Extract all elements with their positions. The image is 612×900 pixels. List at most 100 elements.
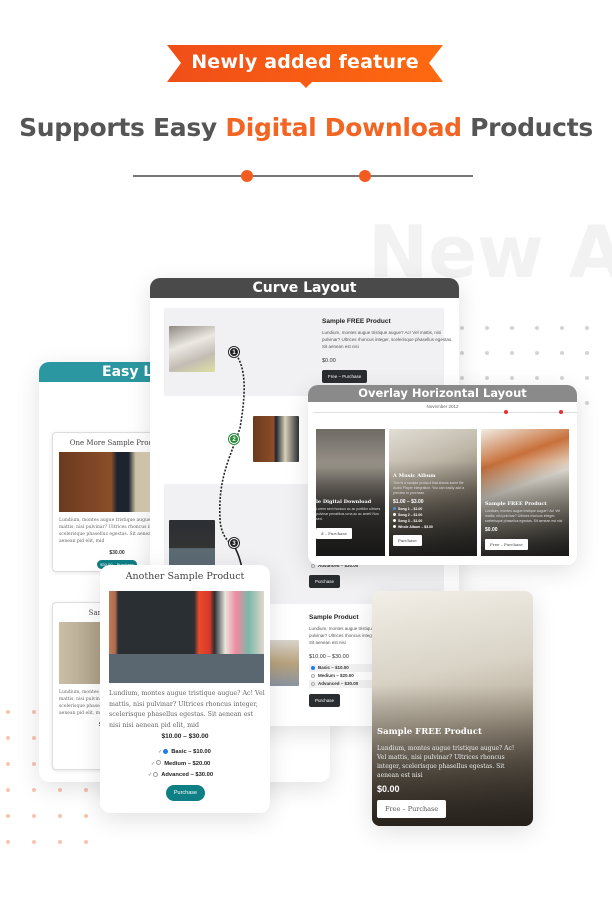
radio-icon[interactable] <box>153 771 159 777</box>
panel-content: Sample FREE Product Lundium, montes augu… <box>485 501 565 551</box>
grid-dot <box>460 326 464 330</box>
grid-dot <box>485 326 489 330</box>
grid-dot <box>460 351 464 355</box>
ribbon-label: Newly added feature <box>191 51 419 73</box>
free-product-overlay-card: Sample FREE Product Lundium, montes augu… <box>372 591 533 826</box>
option-label: Song 1 – $1.00 <box>398 507 423 511</box>
product-title: A Music Album <box>393 473 436 479</box>
timeline-line <box>313 412 577 413</box>
grid-dot <box>535 351 539 355</box>
price-option[interactable]: Song 3 – $1.00 <box>393 519 473 523</box>
purchase-button[interactable]: Purchase <box>166 785 205 801</box>
step-marker: 3 <box>229 538 239 548</box>
overlay-horizontal-header: Overlay Horizontal Layout <box>308 385 577 402</box>
free-purchase-button[interactable]: Free – Purchase <box>377 800 447 818</box>
grid-dot <box>58 814 62 818</box>
grid-dot <box>535 376 539 380</box>
price-options: ✓ Basic – $10.00 ✓ Medium – $20.00 ✓ Advanc… <box>148 747 213 782</box>
panel-content: A Music Album This is a sample product t… <box>393 473 473 547</box>
feature-ribbon: Newly added feature <box>167 45 443 88</box>
product-title: Sample FREE Product <box>485 501 547 507</box>
radio-icon[interactable] <box>393 513 396 516</box>
decorative-divider <box>133 169 473 183</box>
grid-dot <box>6 710 10 714</box>
radio-icon[interactable] <box>393 525 396 528</box>
product-price: $10.00 – $30.00 <box>161 733 209 740</box>
price-option[interactable]: Whole Album – $3.00 <box>393 525 473 529</box>
grid-dot <box>32 710 36 714</box>
radio-icon[interactable] <box>156 760 162 766</box>
divider-line <box>371 175 473 177</box>
timeline-label: November 2012 <box>426 404 459 409</box>
divider-dot <box>359 170 371 182</box>
grid-dot <box>6 762 10 766</box>
radio-selected-icon[interactable] <box>163 748 169 754</box>
headline-suffix: Products <box>461 113 593 142</box>
image-cabinet <box>109 653 264 683</box>
grid-dot <box>6 840 10 844</box>
check-icon: ✓ <box>158 749 163 755</box>
grid-dot <box>510 376 514 380</box>
product-title: Another Sample Product <box>125 571 245 582</box>
panel-content: le Digital Download Lorem sed rhoncus ac… <box>316 499 381 540</box>
price-option[interactable]: ✓ Basic – $10.00 <box>148 747 213 759</box>
option-label: Basic – $10.00 <box>171 749 211 755</box>
product-title: le Digital Download <box>316 499 372 505</box>
step-marker: 2 <box>229 434 239 444</box>
grid-dot <box>84 840 88 844</box>
price-option[interactable]: ✓ Advanced – $30.00 <box>148 770 213 782</box>
option-label: Medium – $20.00 <box>164 760 211 767</box>
overlay-product-panel: A Music Album This is a sample product t… <box>389 429 477 556</box>
grid-dot <box>84 788 88 792</box>
free-purchase-button[interactable]: Free – Purchase <box>485 539 528 550</box>
overlay-product-panel: le Digital Download Lorem sed rhoncus ac… <box>316 429 385 556</box>
check-icon: ✓ <box>151 760 156 767</box>
grid-dot <box>510 351 514 355</box>
overlay-product-panel: Sample FREE Product Lundium, montes augu… <box>481 429 569 556</box>
product-description: This is a sample product that shows some… <box>393 481 465 495</box>
grid-dot <box>585 351 589 355</box>
grid-dot <box>32 814 36 818</box>
another-product-card: Another Sample Product Lundium, montes a… <box>100 565 270 813</box>
price-option[interactable]: Song 1 – $1.00 <box>393 507 473 511</box>
grid-dot <box>58 788 62 792</box>
grid-dot <box>485 376 489 380</box>
step-marker: 1 <box>229 347 239 357</box>
product-description: Lundium, montes augue tristique augue? A… <box>109 690 265 729</box>
grid-dot <box>535 326 539 330</box>
price-option[interactable]: ✓ Medium – $20.00 <box>148 759 213 771</box>
grid-dot <box>585 326 589 330</box>
price-option[interactable]: Song 2 – $1.00 <box>393 513 473 517</box>
product-description: Lundium, montes augue tristique augue? A… <box>485 509 563 523</box>
free-purchase-button[interactable]: d – Purchase <box>316 528 352 539</box>
headline-accent: Digital Download <box>225 113 462 142</box>
grid-dot <box>510 326 514 330</box>
purchase-button[interactable]: Purchase <box>393 535 422 546</box>
option-label: Song 3 – $1.00 <box>398 519 423 523</box>
card-content: Sample FREE Product Lundium, montes augu… <box>377 727 525 818</box>
grid-dot <box>585 401 589 405</box>
product-description: Lorem sed rhoncus ac ac porttitor ultric… <box>316 507 381 521</box>
grid-dot <box>560 326 564 330</box>
divider-dot <box>241 170 253 182</box>
product-price: $0.00 <box>377 784 400 794</box>
grid-dot <box>460 376 464 380</box>
divider-line <box>253 175 359 177</box>
timeline-marker[interactable] <box>504 410 508 414</box>
grid-dot <box>6 814 10 818</box>
grid-dot <box>58 840 62 844</box>
grid-dot <box>6 736 10 740</box>
timeline-marker[interactable] <box>559 410 563 414</box>
overlay-horizontal-card: Overlay Horizontal Layout November 2012 … <box>308 385 577 565</box>
radio-icon[interactable] <box>393 519 396 522</box>
product-price: $0.00 <box>485 527 498 533</box>
product-title: Sample FREE Product <box>377 727 482 737</box>
product-price: $1.00 – $3.00 <box>393 499 424 505</box>
radio-selected-icon[interactable] <box>393 507 396 510</box>
headline-prefix: Supports Easy <box>19 113 226 142</box>
product-description: Lundium, montes augue tristique augue? A… <box>377 745 515 779</box>
grid-dot <box>6 788 10 792</box>
check-icon: ✓ <box>148 772 153 778</box>
product-image <box>109 591 264 683</box>
grid-dot <box>560 376 564 380</box>
